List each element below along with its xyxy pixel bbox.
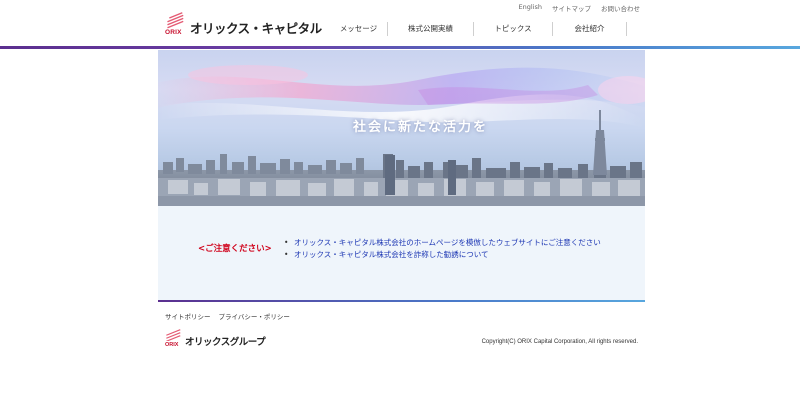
- orix-group-mark-icon: ORIX: [165, 328, 182, 348]
- company-name: オリックス・キャピタル: [190, 21, 322, 36]
- hero-tagline: 社会に新たな活力を: [352, 120, 488, 135]
- notice-link-fraud-solicitation[interactable]: オリックス・キャピタル株式会社を詐称した勧誘について: [284, 249, 601, 261]
- footer-link-privacy-policy[interactable]: プライバシー・ポリシー: [219, 311, 290, 321]
- site-header: ORIX オリックス・キャピタル English サイトマップ お問い合わせ メ…: [0, 0, 800, 50]
- orix-logo-text: ORIX: [165, 29, 182, 36]
- util-link-contact[interactable]: お問い合わせ: [601, 3, 640, 13]
- group-name: オリックスグループ: [185, 337, 266, 348]
- footer-links: サイトポリシー プライバシー・ポリシー: [165, 311, 290, 321]
- nav-item-company[interactable]: 会社紹介: [553, 22, 627, 36]
- nav-item-message[interactable]: メッセージ: [330, 22, 388, 36]
- notice-list: オリックス・キャピタル株式会社のホームページを模倣したウェブサイトにご注意くださ…: [284, 237, 601, 261]
- main-navigation: メッセージ 株式公開実績 トピックス 会社紹介: [330, 22, 627, 36]
- hero-banner: 社会に新たな活力を: [158, 50, 645, 206]
- notice-panel: <ご注意ください> オリックス・キャピタル株式会社のホームページを模倣したウェブ…: [158, 206, 645, 301]
- utility-links: English サイトマップ お問い合わせ: [519, 3, 640, 13]
- nav-item-topics[interactable]: トピックス: [474, 22, 553, 36]
- footer-link-site-policy[interactable]: サイトポリシー: [165, 311, 211, 321]
- orix-group-mark-text: ORIX: [165, 342, 179, 348]
- nav-item-ipo-record[interactable]: 株式公開実績: [388, 22, 474, 36]
- orix-capital-logo[interactable]: ORIX オリックス・キャピタル: [165, 12, 322, 36]
- copyright-text: Copyright(C) ORIX Capital Corporation, A…: [481, 339, 638, 345]
- orix-logo-mark-icon: ORIX: [165, 12, 186, 36]
- notice-link-fake-website[interactable]: オリックス・キャピタル株式会社のホームページを模倣したウェブサイトにご注意くださ…: [284, 237, 601, 249]
- util-link-english[interactable]: English: [519, 3, 542, 13]
- util-link-sitemap[interactable]: サイトマップ: [552, 3, 591, 13]
- orix-group-logo[interactable]: ORIX オリックスグループ: [165, 328, 266, 348]
- caution-label: <ご注意ください>: [198, 244, 272, 254]
- header-divider: [0, 46, 800, 49]
- footer-divider: [158, 300, 645, 302]
